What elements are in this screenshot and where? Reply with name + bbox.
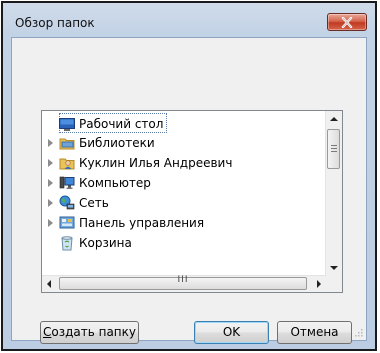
horizontal-scrollbar[interactable]: III — [42, 275, 326, 292]
vertical-scroll-thumb[interactable] — [327, 129, 340, 169]
tree-item-label: Сеть — [79, 196, 109, 210]
user-folder-icon — [59, 155, 75, 171]
tree-item-control-panel[interactable]: Панель управления — [42, 213, 242, 233]
scroll-down-arrow-icon[interactable] — [330, 266, 338, 270]
scroll-up-arrow-icon[interactable] — [330, 117, 338, 121]
close-button[interactable] — [327, 13, 367, 31]
tree-item-desktop[interactable]: Рабочий стол — [42, 113, 222, 134]
control-panel-icon — [59, 215, 75, 231]
tree-item-label: Корзина — [79, 236, 132, 250]
ok-button[interactable]: OK — [194, 321, 269, 344]
network-icon — [59, 195, 75, 211]
new-folder-button[interactable]: Создать папку — [40, 321, 139, 344]
desktop-icon — [59, 116, 75, 132]
cancel-button[interactable]: Отмена — [277, 321, 352, 344]
tree-item-label: Компьютер — [79, 176, 151, 190]
title-bar: Обзор папок — [3, 3, 375, 37]
dialog-body: Рабочий стол Библиотеки Куклин Илья Андр… — [11, 37, 367, 344]
tree-item-label: Библиотеки — [79, 136, 155, 150]
libraries-icon — [59, 135, 75, 151]
computer-icon — [59, 175, 75, 191]
expand-arrow-icon[interactable] — [48, 139, 53, 147]
expand-arrow-icon[interactable] — [48, 219, 53, 227]
dialog-title: Обзор папок — [15, 16, 95, 30]
expand-arrow-icon[interactable] — [48, 159, 53, 167]
vertical-scrollbar[interactable] — [325, 111, 342, 276]
tree-item-recycle-bin[interactable]: Корзина — [42, 233, 222, 253]
tree-item-network[interactable]: Сеть — [42, 193, 222, 213]
grip-line — [331, 148, 337, 149]
tree-item-user-folder[interactable]: Куклин Илья Андреевич — [42, 153, 272, 173]
scrollbar-corner — [326, 276, 342, 292]
recycle-bin-icon — [59, 235, 75, 251]
expand-arrow-icon[interactable] — [48, 199, 53, 207]
grip-line — [331, 151, 337, 152]
tree-item-label: Рабочий стол — [79, 117, 164, 131]
scroll-left-arrow-icon[interactable] — [47, 280, 51, 288]
tree-item-libraries[interactable]: Библиотеки — [42, 133, 222, 153]
tree-item-label: Куклин Илья Андреевич — [79, 156, 233, 170]
folder-tree[interactable]: Рабочий стол Библиотеки Куклин Илья Андр… — [41, 110, 343, 293]
expand-arrow-icon[interactable] — [48, 179, 53, 187]
tree-item-computer[interactable]: Компьютер — [42, 173, 222, 193]
ok-label: OK — [222, 325, 241, 339]
grip-line — [331, 145, 337, 146]
scroll-right-arrow-icon[interactable] — [317, 280, 321, 288]
horizontal-scroll-thumb[interactable]: III — [59, 275, 307, 290]
scroll-grip-marks: III — [177, 275, 189, 285]
close-icon — [341, 17, 353, 28]
cancel-label: Отмена — [290, 325, 339, 339]
new-folder-label: Создать папку — [42, 325, 137, 339]
tree-item-label: Панель управления — [79, 216, 205, 230]
browse-folders-dialog: Обзор папок Рабочий стол Библиотеки Кукл… — [1, 1, 377, 351]
folder-tree-list: Рабочий стол Библиотеки Куклин Илья Андр… — [42, 111, 326, 276]
resize-grip-icon[interactable] — [353, 327, 363, 337]
